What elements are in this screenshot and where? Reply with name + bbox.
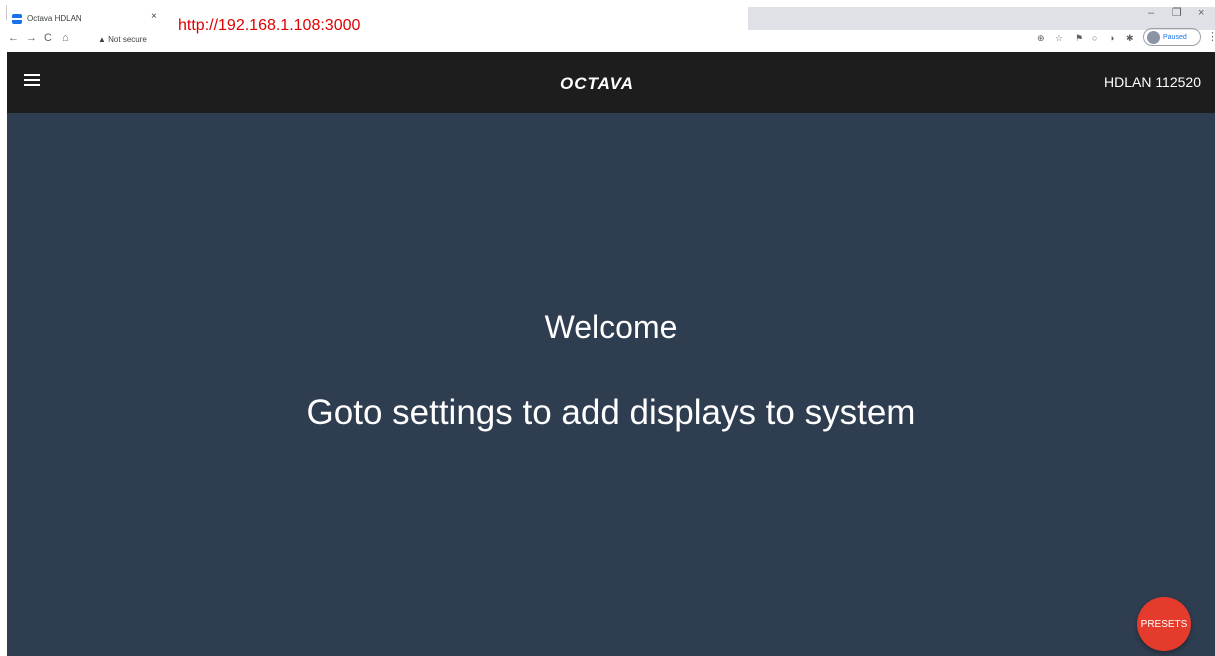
- window-close-icon[interactable]: ×: [1198, 7, 1204, 19]
- colorwheel-icon[interactable]: ◑: [1109, 32, 1114, 44]
- circle-icon[interactable]: ○: [1092, 32, 1097, 44]
- app-header: OCTAVA HDLAN 112520: [7, 52, 1215, 113]
- flag-icon[interactable]: ⚑: [1075, 32, 1083, 44]
- profile-button[interactable]: Paused: [1143, 28, 1201, 46]
- avatar: [1147, 30, 1160, 44]
- tab-title: Octava HDLAN: [27, 14, 82, 23]
- browser-menu-icon[interactable]: ⋮: [1207, 30, 1215, 43]
- favicon-icon: [12, 13, 22, 24]
- main-content: Welcome Goto settings to add displays to…: [7, 113, 1215, 656]
- address-bar[interactable]: ▲ Not secure http://192.168.1.108:3000: [92, 17, 748, 49]
- url-text: http://192.168.1.108:3000: [176, 17, 363, 35]
- back-icon[interactable]: ←: [8, 30, 19, 46]
- puzzle-icon[interactable]: ✱: [1126, 32, 1134, 44]
- device-name: HDLAN 112520: [1103, 74, 1201, 90]
- minimize-icon[interactable]: –: [1148, 7, 1154, 19]
- instruction-text: Goto settings to add displays to system: [306, 393, 916, 432]
- tab-separator: [6, 5, 7, 20]
- zoom-icon[interactable]: ⊕: [1037, 32, 1045, 44]
- presets-button[interactable]: PRESETS: [1137, 597, 1191, 651]
- hamburger-menu-icon[interactable]: [24, 74, 40, 88]
- reload-icon[interactable]: C: [44, 30, 52, 46]
- octava-logo: OCTAVA: [560, 74, 634, 93]
- browser-chrome: Octava HDLAN × – ❐ × ← → C ⌂ ▲ Not secur…: [0, 0, 1215, 52]
- forward-icon[interactable]: →: [26, 30, 37, 46]
- home-icon[interactable]: ⌂: [62, 30, 69, 46]
- not-secure-label[interactable]: ▲ Not secure: [98, 35, 147, 44]
- profile-status: Paused: [1163, 33, 1187, 41]
- welcome-heading: Welcome: [544, 309, 678, 345]
- star-icon[interactable]: ☆: [1055, 32, 1063, 44]
- tab-close-icon[interactable]: ×: [151, 12, 157, 22]
- restore-icon[interactable]: ❐: [1172, 7, 1182, 19]
